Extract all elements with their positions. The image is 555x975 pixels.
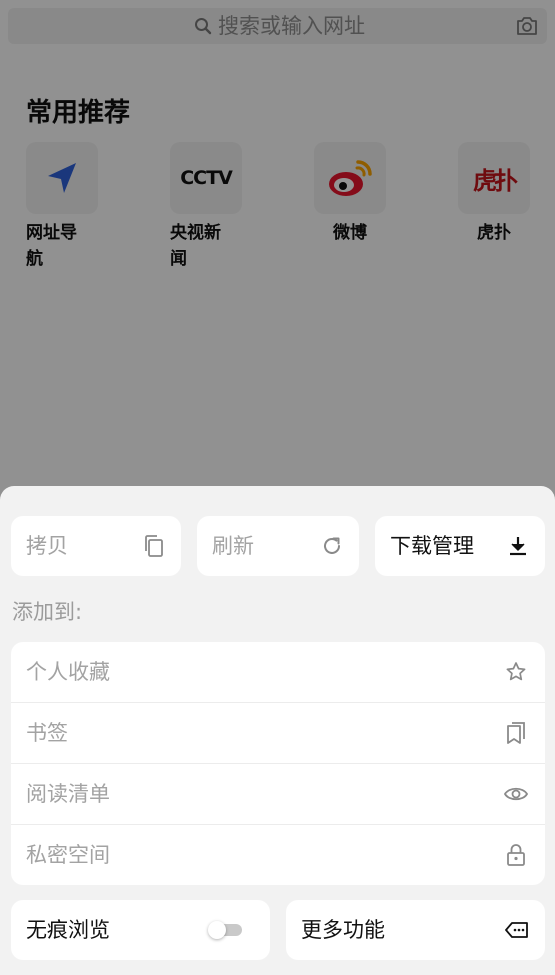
- star-icon: [506, 662, 526, 681]
- list-item-label: 私密空间: [26, 843, 110, 867]
- list-item-bookmarks[interactable]: 书签: [11, 703, 545, 764]
- action-sheet: 拷贝 刷新 下载管理 添加到: 个人收藏 书签 阅读清单 私密空间 无痕浏览 更…: [0, 486, 555, 975]
- refresh-icon: [324, 537, 340, 554]
- incognito-toggle[interactable]: [208, 921, 244, 939]
- incognito-button[interactable]: 无痕浏览: [11, 900, 270, 960]
- copy-icon: [145, 535, 163, 557]
- more-label: 更多功能: [301, 918, 385, 942]
- more-features-button[interactable]: 更多功能: [286, 900, 545, 960]
- list-item-label: 阅读清单: [26, 782, 110, 806]
- incognito-label: 无痕浏览: [26, 918, 110, 942]
- list-item-private-space[interactable]: 私密空间: [11, 825, 545, 885]
- eye-icon: [503, 787, 529, 801]
- add-to-label: 添加到:: [12, 600, 83, 624]
- list-item-favorites[interactable]: 个人收藏: [11, 642, 545, 703]
- list-item-label: 个人收藏: [26, 660, 110, 684]
- toggle-knob: [208, 921, 226, 939]
- download-icon: [510, 537, 526, 556]
- download-manager-button[interactable]: 下载管理: [375, 516, 545, 576]
- refresh-button[interactable]: 刷新: [197, 516, 359, 576]
- list-item-label: 书签: [26, 721, 68, 745]
- lock-icon: [507, 844, 525, 866]
- copy-label: 拷贝: [26, 534, 68, 558]
- add-to-list: 个人收藏 书签 阅读清单 私密空间: [11, 642, 545, 885]
- list-item-reading-list[interactable]: 阅读清单: [11, 764, 545, 825]
- refresh-label: 刷新: [212, 534, 254, 558]
- copy-button[interactable]: 拷贝: [11, 516, 181, 576]
- more-icon: [505, 922, 528, 938]
- download-label: 下载管理: [390, 534, 474, 558]
- bookmark-icon: [507, 722, 525, 744]
